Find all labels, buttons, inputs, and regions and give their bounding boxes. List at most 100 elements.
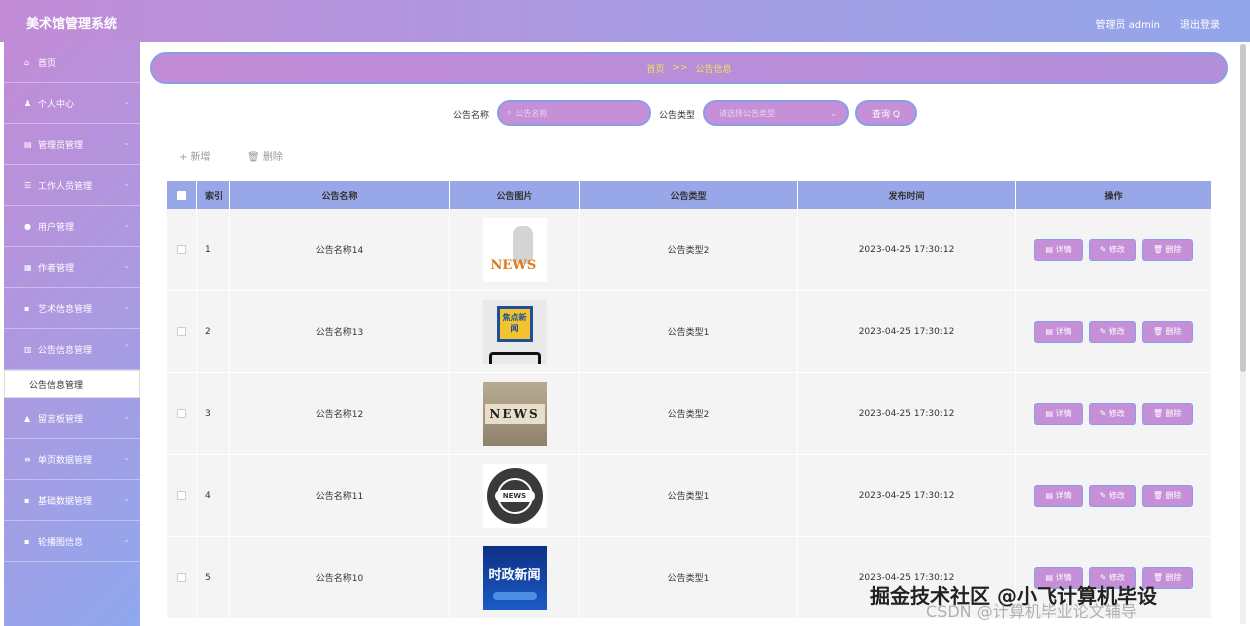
admin-icon: ▤ xyxy=(24,139,32,149)
search-name-input[interactable] xyxy=(515,108,636,118)
row-name: 公告名称11 xyxy=(230,455,450,536)
row-checkbox[interactable] xyxy=(177,409,186,418)
chevron-down-icon: ⌄ xyxy=(123,179,130,188)
sidebar-subitem-notices[interactable]: 公告信息管理 xyxy=(4,370,140,398)
search-type-label: 公告类型 xyxy=(659,111,696,121)
notice-image-text: NEWS xyxy=(494,489,535,502)
table-row: 1 公告名称14 NEWS 公告类型2 2023-04-25 17:30:12 … xyxy=(167,209,1211,291)
add-button[interactable]: + 新增 xyxy=(179,148,211,163)
vertical-scrollbar[interactable] xyxy=(1240,44,1246,624)
query-button[interactable]: 查询 Q xyxy=(855,100,917,126)
row-checkbox[interactable] xyxy=(177,491,186,500)
row-type: 公告类型1 xyxy=(580,455,798,536)
sidebar-item-users[interactable]: ● 用户管理 ⌄ xyxy=(4,206,140,247)
row-time: 2023-04-25 17:30:12 xyxy=(798,373,1016,454)
breadcrumb-home[interactable]: 首页 xyxy=(646,62,664,75)
row-index: 1 xyxy=(197,209,230,290)
notice-image-text: NEWS xyxy=(484,403,545,424)
col-time: 发布时间 xyxy=(798,181,1016,209)
row-index: 5 xyxy=(197,537,230,618)
sidebar: ⌂ 首页 ♟ 个人中心 ⌄ ▤ 管理员管理 ⌄ ☰ 工作人员管理 ⌄ ● 用户管… xyxy=(4,42,140,626)
row-type: 公告类型2 xyxy=(580,373,798,454)
row-delete-button[interactable]: 🗑 删除 xyxy=(1141,402,1193,425)
row-name: 公告名称12 xyxy=(230,373,450,454)
sidebar-item-label: 个人中心 xyxy=(38,99,75,110)
search-type-select[interactable]: 请选择公告类型 ⌄ xyxy=(703,100,849,126)
top-header: 美术馆管理系统 管理员 admin 退出登录 xyxy=(0,0,1250,42)
breadcrumb: 首页 >> 公告信息 xyxy=(150,52,1228,84)
sidebar-item-label: 公告信息管理 xyxy=(38,345,93,356)
sidebar-item-staff[interactable]: ☰ 工作人员管理 ⌄ xyxy=(4,165,140,206)
col-ops: 操作 xyxy=(1104,191,1123,202)
select-all-checkbox[interactable] xyxy=(177,190,186,200)
type-select-placeholder: 请选择公告类型 xyxy=(719,108,775,118)
row-time: 2023-04-25 17:30:12 xyxy=(798,209,1016,290)
row-index: 3 xyxy=(197,373,230,454)
grid-icon: ▪ xyxy=(24,303,30,313)
sidebar-item-pages[interactable]: ≡ 单页数据管理 ⌄ xyxy=(4,439,140,480)
row-time: 2023-04-25 17:30:12 xyxy=(798,455,1016,536)
table-header: 索引 公告名称 公告图片 公告类型 发布时间 操作 xyxy=(167,181,1211,209)
notice-image-text: 时政新闻 xyxy=(488,567,541,583)
breadcrumb-current: 公告信息 xyxy=(695,64,732,75)
detail-button[interactable]: ▤ 详情 xyxy=(1034,320,1083,343)
edit-button[interactable]: ✎ 修改 xyxy=(1088,402,1136,425)
search-name-input-wrap[interactable]: ⌕ xyxy=(497,100,651,126)
logout-link[interactable]: 退出登录 xyxy=(1180,16,1220,31)
chevron-down-icon: ⌄ xyxy=(123,412,130,421)
sidebar-item-profile[interactable]: ♟ 个人中心 ⌄ xyxy=(4,83,140,124)
row-delete-button[interactable]: 🗑 删除 xyxy=(1141,484,1193,507)
sidebar-item-authors[interactable]: ▦ 作者管理 ⌄ xyxy=(4,247,140,288)
row-index: 4 xyxy=(197,455,230,536)
list-icon: ☰ xyxy=(24,180,32,190)
col-index: 索引 xyxy=(197,181,230,209)
sidebar-item-admins[interactable]: ▤ 管理员管理 ⌄ xyxy=(4,124,140,165)
sidebar-item-carousel[interactable]: ▪ 轮播图信息 ⌄ xyxy=(4,521,140,562)
grid-icon: ▪ xyxy=(24,536,30,546)
notice-image-text: 焦点新闻 xyxy=(502,312,527,333)
row-name: 公告名称14 xyxy=(230,209,450,290)
detail-button[interactable]: ▤ 详情 xyxy=(1034,484,1083,507)
person-icon: ● xyxy=(24,221,31,231)
sidebar-item-label: 作者管理 xyxy=(38,263,75,274)
sidebar-item-messages[interactable]: ▲ 留言板管理 ⌄ xyxy=(4,398,140,439)
table-row: 4 公告名称11 NEWS 公告类型1 2023-04-25 17:30:12 … xyxy=(167,455,1211,537)
delete-button[interactable]: 🗑 删除 xyxy=(247,148,283,163)
detail-button[interactable]: ▤ 详情 xyxy=(1034,402,1083,425)
sidebar-item-home[interactable]: ⌂ 首页 xyxy=(4,42,140,83)
chevron-down-icon: ⌄ xyxy=(123,535,130,544)
detail-button[interactable]: ▤ 详情 xyxy=(1034,238,1083,261)
row-delete-button[interactable]: 🗑 删除 xyxy=(1141,238,1193,261)
row-checkbox[interactable] xyxy=(177,245,186,254)
notice-image: 焦点新闻 xyxy=(482,299,547,364)
row-type: 公告类型1 xyxy=(580,537,798,618)
sidebar-item-label: 留言板管理 xyxy=(38,414,84,425)
sidebar-item-label: 首页 xyxy=(38,58,57,69)
sidebar-item-basedata[interactable]: ▪ 基础数据管理 ⌄ xyxy=(4,480,140,521)
sidebar-item-label: 基础数据管理 xyxy=(38,496,93,507)
edit-button[interactable]: ✎ 修改 xyxy=(1088,484,1136,507)
sidebar-item-art[interactable]: ▪ 艺术信息管理 ⌄ xyxy=(4,288,140,329)
edit-button[interactable]: ✎ 修改 xyxy=(1088,320,1136,343)
sidebar-item-label: 工作人员管理 xyxy=(38,181,93,192)
message-icon: ▲ xyxy=(24,413,31,423)
search-name-label: 公告名称 xyxy=(453,111,490,121)
scrollbar-thumb[interactable] xyxy=(1240,44,1246,372)
row-checkbox[interactable] xyxy=(177,327,186,336)
row-delete-button[interactable]: 🗑 删除 xyxy=(1141,320,1193,343)
notice-icon: ▥ xyxy=(24,344,32,354)
edit-button[interactable]: ✎ 修改 xyxy=(1088,238,1136,261)
sidebar-item-notices[interactable]: ▥ 公告信息管理 ⌃ xyxy=(4,329,140,370)
chevron-down-icon: ⌄ xyxy=(123,494,130,503)
col-name: 公告名称 xyxy=(230,181,450,209)
notices-table: 索引 公告名称 公告图片 公告类型 发布时间 操作 1 公告名称14 NEWS … xyxy=(167,181,1211,619)
breadcrumb-separator: >> xyxy=(672,63,688,73)
search-icon: ⌕ xyxy=(507,108,512,117)
sidebar-item-label: 轮播图信息 xyxy=(38,537,84,548)
sidebar-item-label: 用户管理 xyxy=(38,222,75,233)
chevron-down-icon: ⌄ xyxy=(123,261,130,270)
row-name: 公告名称10 xyxy=(230,537,450,618)
table-row: 3 公告名称12 NEWS 公告类型2 2023-04-25 17:30:12 … xyxy=(167,373,1211,455)
row-checkbox[interactable] xyxy=(177,573,186,582)
row-type: 公告类型2 xyxy=(580,209,798,290)
